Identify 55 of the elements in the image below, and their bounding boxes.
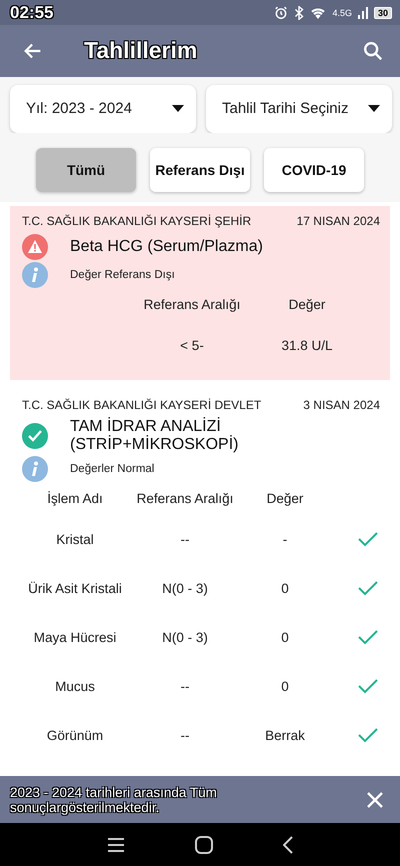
table-cell-text: 0 [280, 628, 290, 647]
warning-icon [22, 234, 48, 260]
back-icon[interactable] [283, 836, 293, 854]
page-title: Tahlillerim [84, 37, 198, 64]
table-cell-text: Ürik Asit Kristali [27, 580, 123, 598]
table-cell-text: -- [180, 678, 190, 696]
table-cell-text: Kristal [55, 530, 95, 549]
filter-tab[interactable]: Referans Dışı [150, 148, 250, 192]
filter-tab[interactable]: COVID-19 [264, 148, 364, 192]
toast-message: 2023 - 2024 tarihleri arasında Tüm sonuçlargösterilmektedir. [10, 784, 218, 815]
column-header: Referans Aralığı [136, 490, 234, 508]
dropdown[interactable]: Yıl: 2023 - 2024 [10, 84, 196, 133]
dropdown[interactable]: Tahlil Tarihi Seçiniz [206, 84, 392, 133]
column-header: Değer [288, 296, 326, 314]
result-date: 17 NISAN 2024 [296, 214, 380, 228]
info-icon [22, 456, 48, 482]
table-cell-text: Maya Hücresi [32, 628, 118, 647]
test-name: TAM İDRAR ANALİZİ (STRİP+MİKROSKOPİ) [70, 418, 240, 454]
home-icon[interactable] [195, 836, 213, 854]
test-name: Beta HCG (Serum/Plazma) [70, 238, 263, 256]
wifi-icon [310, 6, 326, 19]
table-cell-text: -- [180, 726, 190, 745]
table-cell-text: -- [180, 530, 190, 549]
table-cell-text: Mucus [54, 678, 96, 696]
alarm-icon [274, 6, 288, 20]
result-note: Değer Referans Dışı [70, 268, 175, 281]
column-header: Değer [266, 490, 304, 508]
filter-tab[interactable]: Tümü [36, 148, 136, 192]
table-cell-text: Görünüm [46, 726, 104, 745]
close-icon [366, 790, 384, 809]
result-note: Değerler Normal [70, 462, 154, 475]
battery-level: 30 [374, 6, 392, 19]
check-circle-icon [22, 422, 48, 449]
table-cell-text: Berrak [264, 726, 306, 745]
column-header: İşlem Adı [46, 490, 104, 508]
table-cell-text: 0 [280, 580, 290, 598]
caret-icon [368, 105, 380, 112]
search-icon [362, 40, 384, 62]
column-header: Referans Aralığı [142, 296, 242, 314]
status-time: 02:55 [10, 2, 54, 23]
menu-icon[interactable] [107, 838, 125, 852]
info-icon [22, 262, 48, 288]
table-cell-text: 0 [280, 678, 290, 696]
table-cell-text: < 5- [179, 336, 205, 355]
result-date: 3 NISAN 2024 [303, 398, 380, 412]
bluetooth-icon [294, 6, 304, 20]
table-cell-text: - [282, 530, 288, 549]
table-cell-text: 31.8 U/L [280, 336, 334, 355]
caret-icon [172, 105, 184, 112]
table-cell-text: N(0 - 3) [161, 580, 209, 598]
table-cell-text: N(0 - 3) [161, 628, 209, 647]
network-label: 4.5G [332, 8, 352, 18]
hospital-name: T.C. SAĞLIK BAKANLIĞI KAYSERİ ŞEHİR [22, 214, 252, 228]
hospital-name: T.C. SAĞLIK BAKANLIĞI KAYSERİ DEVLET [22, 398, 262, 412]
signal-icon [358, 6, 368, 19]
